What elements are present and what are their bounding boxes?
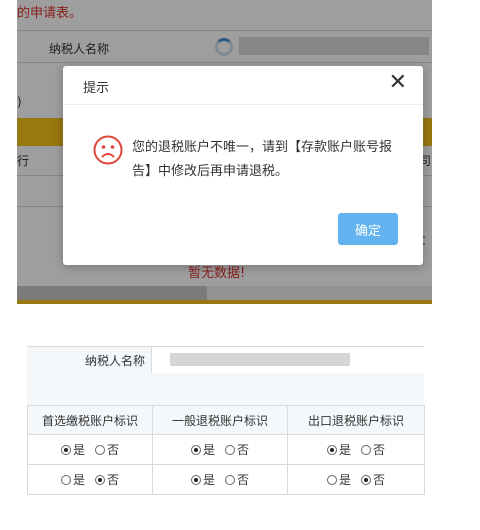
radio-group: 是否: [324, 471, 388, 488]
radio-label: 是: [338, 443, 351, 457]
general-refund-no-radio[interactable]: 否: [225, 471, 249, 488]
export-refund-yes-radio[interactable]: 是: [326, 441, 351, 458]
export-refund-no-radio[interactable]: 否: [361, 471, 385, 488]
table-row: 是否是否是否: [27, 434, 425, 465]
confirm-button[interactable]: 确定: [338, 213, 398, 245]
radio-group: 是否: [58, 471, 122, 488]
radio-label: 是: [72, 473, 85, 487]
sad-face-icon: [93, 135, 123, 165]
radio-label: 否: [107, 473, 120, 487]
general-refund-yes-radio[interactable]: 是: [190, 471, 215, 488]
radio-group: 是否: [324, 441, 388, 458]
radio-icon: [326, 444, 337, 455]
export-refund-cell: 是否: [287, 464, 425, 495]
account-flags-table: 首选缴税账户标识 一般退税账户标识 出口退税账户标识 是否是否是否是否是否是否: [27, 405, 425, 495]
table-row: 是否是否是否: [27, 464, 425, 495]
radio-label: 是: [72, 443, 85, 457]
column-header: 出口退税账户标识: [287, 405, 425, 435]
preferred-payment-yes-radio[interactable]: 是: [60, 471, 85, 488]
general-refund-cell: 是否: [152, 464, 288, 495]
general-refund-cell: 是否: [152, 434, 288, 465]
export-refund-cell: 是否: [287, 434, 425, 465]
preferred-payment-no-radio[interactable]: 否: [95, 471, 119, 488]
preferred-payment-no-radio[interactable]: 否: [95, 441, 119, 458]
radio-icon: [225, 444, 235, 455]
export-refund-yes-radio[interactable]: 是: [326, 471, 351, 488]
radio-icon: [190, 444, 201, 455]
radio-label: 是: [202, 473, 215, 487]
close-icon[interactable]: ✕: [389, 72, 407, 94]
radio-icon: [95, 474, 105, 485]
spacer-row: [27, 373, 424, 405]
top-screenshot: 的申请表。 纳税人名称 ) 行 公司 C 暂无数据! 提示 ✕ 您的退税账户不唯…: [17, 0, 432, 304]
radio-label: 否: [107, 443, 120, 457]
column-header: 一般退税账户标识: [152, 405, 288, 435]
radio-label: 是: [202, 443, 215, 457]
general-refund-no-radio[interactable]: 否: [225, 441, 249, 458]
redacted-name: [170, 353, 350, 366]
radio-icon: [326, 474, 337, 485]
preferred-payment-cell: 是否: [27, 464, 153, 495]
radio-label: 否: [373, 473, 386, 487]
radio-group: 是否: [188, 441, 252, 458]
column-header: 首选缴税账户标识: [27, 405, 153, 435]
dialog-message: 您的退税账户不唯一，请到【存款账户账号报告】中修改后再申请退税。: [132, 140, 393, 179]
radio-icon: [60, 444, 71, 455]
dialog-title: 提示: [83, 81, 110, 96]
table-header-row: 首选缴税账户标识 一般退税账户标识 出口退税账户标识: [27, 405, 425, 435]
taxpayer-name-value: [151, 347, 425, 373]
radio-label: 否: [373, 443, 386, 457]
export-refund-no-radio[interactable]: 否: [361, 441, 385, 458]
general-refund-yes-radio[interactable]: 是: [190, 441, 215, 458]
taxpayer-name-row: 纳税人名称: [27, 346, 425, 374]
radio-group: 是否: [188, 471, 252, 488]
radio-icon: [225, 474, 235, 485]
radio-label: 否: [237, 473, 250, 487]
radio-label: 否: [237, 443, 250, 457]
radio-icon: [361, 444, 371, 455]
account-settings-panel: 纳税人名称 首选缴税账户标识 一般退税账户标识 出口退税账户标识 是否是否是否是…: [27, 346, 425, 495]
radio-icon: [190, 474, 201, 485]
preferred-payment-yes-radio[interactable]: 是: [60, 441, 85, 458]
preferred-payment-cell: 是否: [27, 434, 153, 465]
radio-group: 是否: [58, 441, 122, 458]
radio-label: 是: [338, 473, 351, 487]
radio-icon: [361, 474, 371, 485]
alert-dialog: 提示 ✕ 您的退税账户不唯一，请到【存款账户账号报告】中修改后再申请退税。 确定: [63, 66, 423, 265]
taxpayer-name-label: 纳税人名称: [84, 354, 145, 368]
dialog-header: 提示 ✕: [63, 66, 423, 105]
radio-icon: [60, 474, 71, 485]
radio-icon: [95, 444, 105, 455]
